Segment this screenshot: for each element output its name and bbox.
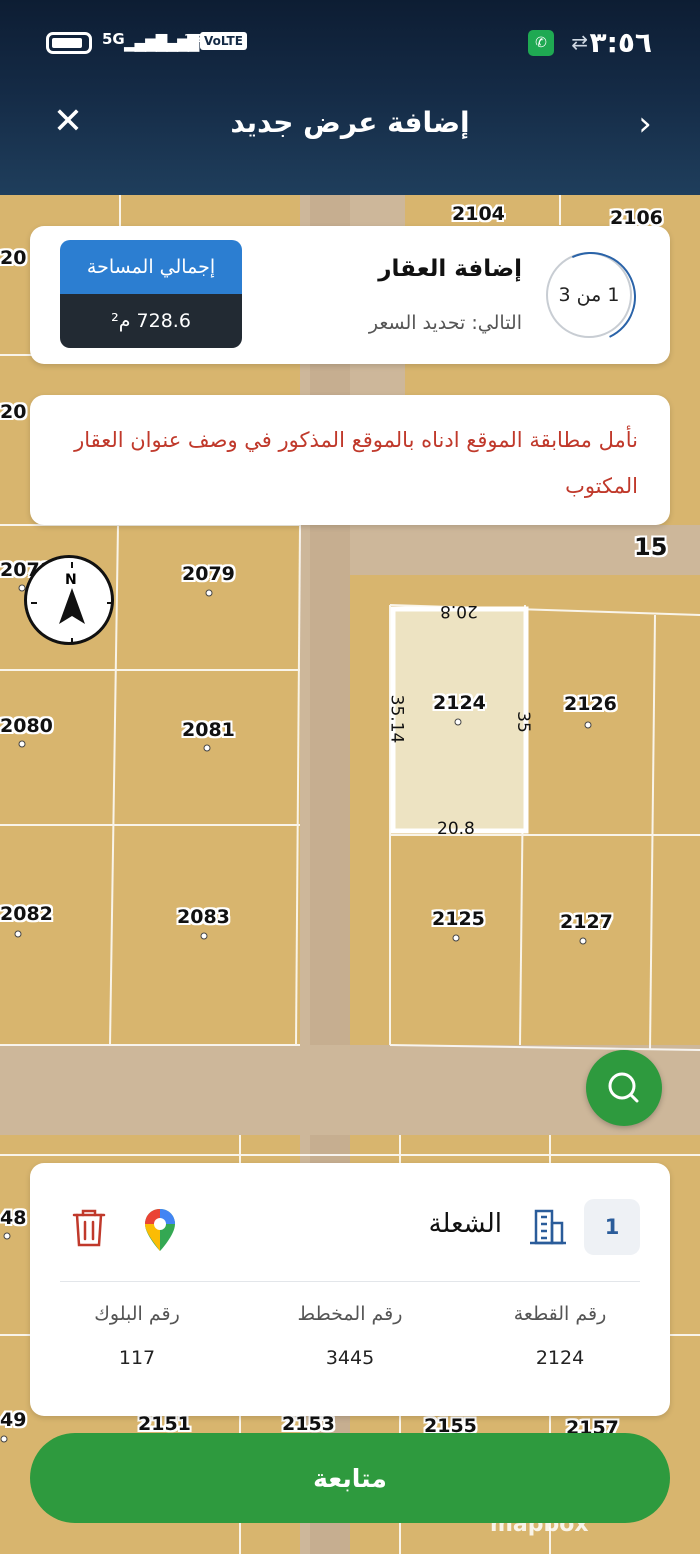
building-icon bbox=[526, 1207, 568, 1251]
plot-number-column: رقم القطعة 2124 bbox=[470, 1303, 650, 1369]
step-next: التالي: تحديد السعر bbox=[368, 312, 522, 334]
step-progress: 1 من 3 bbox=[546, 252, 632, 338]
plot-number-label: رقم القطعة bbox=[513, 1303, 607, 1325]
status-bar: 5G ▂▄▆█ ▂▄▆█ 1 2 VoLTE ✆ ⇄ ٣:٥٦ bbox=[0, 0, 700, 78]
network-5g-label: 5G bbox=[102, 30, 125, 48]
lot-label: 2127 bbox=[560, 911, 613, 933]
page-title: إضافة عرض جديد bbox=[230, 106, 470, 139]
lot-label: 2079 bbox=[182, 563, 235, 585]
google-maps-icon[interactable] bbox=[142, 1207, 178, 1257]
lot-dimension-top: 20.8 bbox=[440, 601, 478, 621]
trash-icon[interactable] bbox=[70, 1207, 108, 1253]
lot-label: 48 bbox=[0, 1207, 27, 1229]
total-area-box: إجمالي المساحة 728.6 م² bbox=[60, 240, 242, 348]
lot-label: 2104 bbox=[452, 203, 505, 225]
location-note: نأمل مطابقة الموقع ادناه بالموقع المذكور… bbox=[74, 428, 638, 498]
lot-label: 2083 bbox=[177, 906, 230, 928]
search-icon bbox=[608, 1072, 639, 1103]
step-card: 1 من 3 إضافة العقار التالي: تحديد السعر … bbox=[30, 226, 670, 364]
lot-label: 2082 bbox=[0, 903, 53, 925]
page-header: ✕ إضافة عرض جديد › bbox=[0, 78, 700, 195]
lot-label: 2080 bbox=[0, 715, 53, 737]
lot-dimension-right: 35 bbox=[512, 711, 533, 733]
property-info-card: 1 الشعلة رقم القطعة 2124 رقم المخطط 3445… bbox=[30, 1163, 670, 1416]
lot-label: 20 bbox=[0, 401, 27, 423]
step-title: إضافة العقار bbox=[378, 256, 522, 282]
plan-number-column: رقم المخطط 3445 bbox=[260, 1303, 440, 1369]
battery-icon bbox=[46, 32, 92, 54]
lot-label: 2125 bbox=[432, 908, 485, 930]
location-note-card: نأمل مطابقة الموقع ادناه بالموقع المذكور… bbox=[30, 395, 670, 525]
lot-label-selected: 2124 bbox=[433, 692, 486, 714]
plot-number-value: 2124 bbox=[535, 1347, 585, 1369]
plan-number-label: رقم المخطط bbox=[297, 1303, 403, 1325]
block-number-label: رقم البلوك bbox=[94, 1303, 180, 1325]
lot-label: 20 bbox=[0, 247, 27, 269]
whatsapp-business-icon: ✆ bbox=[528, 30, 554, 56]
lot-label: 2151 bbox=[138, 1413, 191, 1435]
lot-dimension-bottom: 20.8 bbox=[437, 819, 475, 839]
street-number: 15 bbox=[634, 533, 668, 561]
lot-label: 2153 bbox=[282, 1413, 335, 1435]
plan-number-value: 3445 bbox=[325, 1347, 375, 1369]
continue-button[interactable]: متابعة bbox=[30, 1433, 670, 1523]
lot-label: 2081 bbox=[182, 719, 235, 741]
card-divider bbox=[60, 1281, 640, 1282]
clock: ٣:٥٦ bbox=[589, 26, 652, 59]
property-index-badge: 1 bbox=[584, 1199, 640, 1255]
volte-badge: VoLTE bbox=[200, 32, 247, 50]
compass-icon[interactable]: N bbox=[24, 555, 114, 645]
block-number-value: 117 bbox=[118, 1347, 156, 1369]
chevron-right-icon[interactable]: › bbox=[630, 106, 660, 142]
district-name: الشعلة bbox=[428, 1209, 502, 1239]
total-area-label: إجمالي المساحة bbox=[60, 240, 242, 294]
top-bar: 5G ▂▄▆█ ▂▄▆█ 1 2 VoLTE ✆ ⇄ ٣:٥٦ ✕ إضافة … bbox=[0, 0, 700, 195]
step-counter: 1 من 3 bbox=[558, 284, 620, 306]
link-icon: ⇄ bbox=[571, 30, 588, 54]
lot-label: 49 bbox=[0, 1409, 27, 1431]
lot-dimension-left: 35.14 bbox=[386, 694, 407, 744]
lot-label: 2126 bbox=[564, 693, 617, 715]
block-number-column: رقم البلوك 117 bbox=[47, 1303, 227, 1369]
compass-north-label: N bbox=[65, 572, 77, 588]
total-area-value: 728.6 م² bbox=[60, 294, 242, 348]
search-location-button[interactable] bbox=[586, 1050, 662, 1126]
